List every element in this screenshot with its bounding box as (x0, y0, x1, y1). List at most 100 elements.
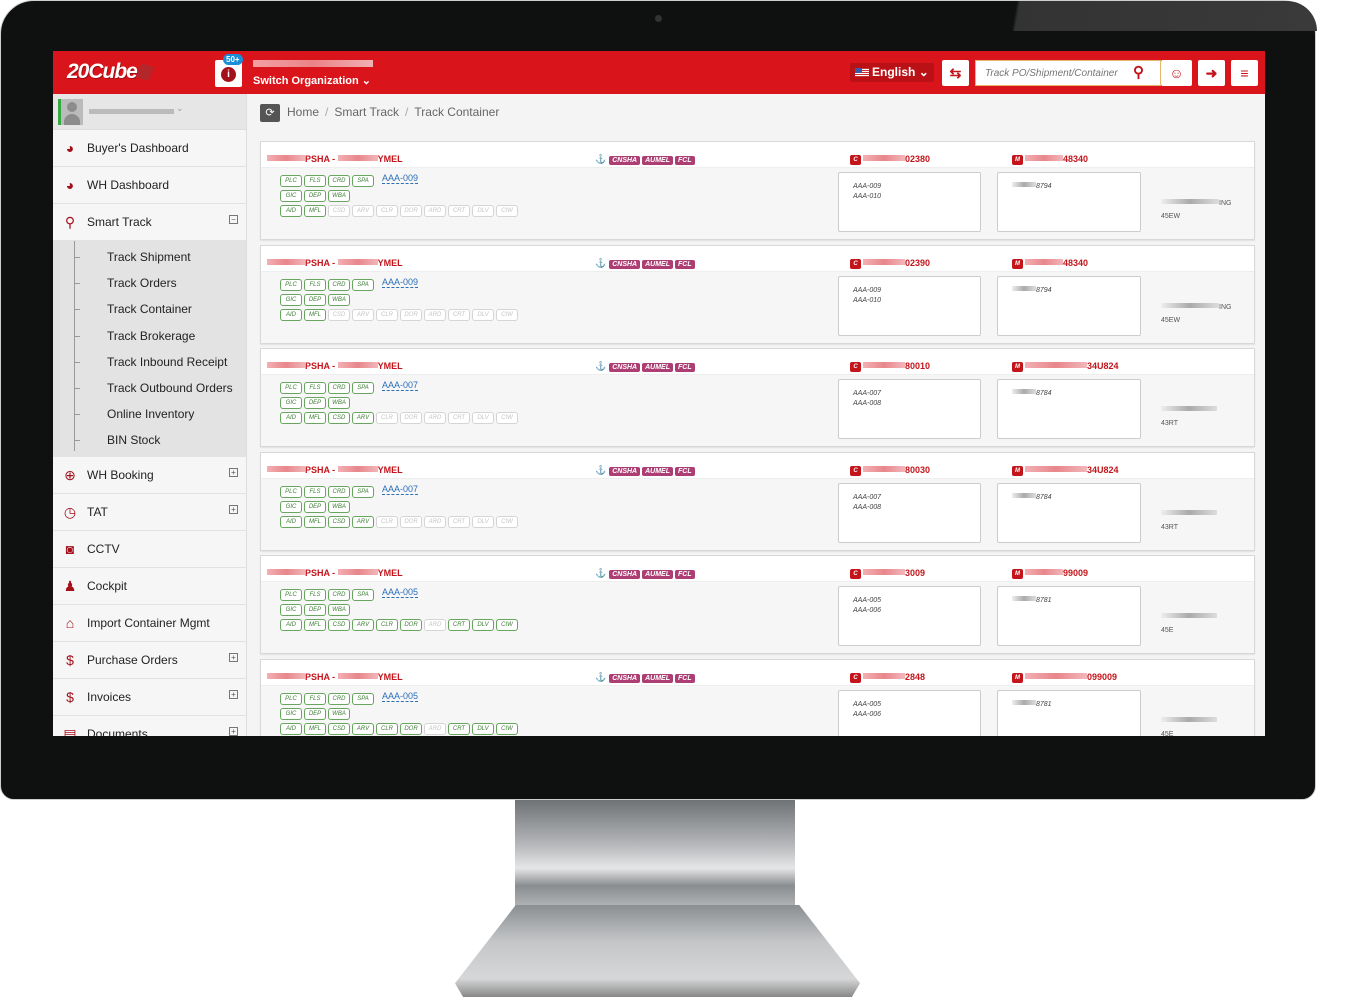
sidebar-subitem-track-brokerage[interactable]: Track Brokerage (53, 323, 246, 349)
milestone-dlv[interactable]: DLV (472, 412, 494, 424)
mbl-number[interactable]: M 34U824 (1012, 361, 1119, 372)
milestone-clr[interactable]: CLR (376, 308, 398, 321)
milestone-crt[interactable]: CRT (448, 619, 470, 631)
sidebar-item-import-container-mgmt[interactable]: ⌂ Import Container Mgmt (53, 604, 246, 642)
container-number[interactable]: C 80010 (850, 361, 930, 372)
mbl-number[interactable]: M 099009 (1012, 672, 1117, 683)
milestone-dlv[interactable]: DLV (472, 205, 494, 217)
milestone-ciw[interactable]: CIW (496, 515, 518, 528)
milestone-clr[interactable]: CLR (376, 205, 398, 217)
sidebar-item-tat[interactable]: ◷ TAT + (53, 493, 246, 531)
milestone-clr[interactable]: CLR (376, 412, 398, 424)
hamburger-menu-button[interactable]: ≡ (1231, 60, 1258, 86)
milestone-dor[interactable]: DOR (400, 515, 422, 528)
milestone-dlv[interactable]: DLV (472, 515, 494, 528)
sidebar-item-documents[interactable]: ▤ Documents + (53, 715, 246, 736)
milestone-spa[interactable]: SPA (352, 175, 374, 187)
milestone-clr[interactable]: CLR (376, 515, 398, 528)
milestone-ard[interactable]: ARD (424, 308, 446, 321)
mbl-number[interactable]: M 48340 (1012, 154, 1088, 165)
sidebar-item-cockpit[interactable]: ♟ Cockpit (53, 567, 246, 605)
sidebar-subitem-track-orders[interactable]: Track Orders (53, 270, 246, 296)
language-selector[interactable]: English ⌄ (850, 63, 934, 82)
milestone-ciw[interactable]: CIW (496, 722, 518, 735)
milestone-crt[interactable]: CRT (448, 722, 470, 735)
milestone-csd[interactable]: CSD (328, 205, 350, 217)
container-number[interactable]: C 02380 (850, 154, 930, 165)
milestone-spa[interactable]: SPA (352, 485, 374, 498)
mbl-number[interactable]: M 34U824 (1012, 465, 1119, 476)
milestone-dor[interactable]: DOR (400, 205, 422, 217)
milestone-csd[interactable]: CSD (328, 515, 350, 528)
container-number[interactable]: C 80030 (850, 465, 930, 476)
sidebar-item-buyer-s-dashboard[interactable]: ◕ Buyer's Dashboard (53, 130, 246, 167)
milestone-dor[interactable]: DOR (400, 412, 422, 424)
sidebar-subitem-track-shipment[interactable]: Track Shipment (53, 244, 246, 270)
expand-icon[interactable]: + (229, 726, 238, 736)
milestone-ciw[interactable]: CIW (496, 308, 518, 321)
milestone-mfl[interactable]: MFL (304, 515, 326, 528)
po-link[interactable]: AAA-009 (382, 173, 419, 184)
milestone-mfl[interactable]: MFL (304, 308, 326, 321)
milestone-ard[interactable]: ARD (424, 722, 446, 735)
collapse-icon[interactable]: − (229, 215, 238, 224)
po-link[interactable]: AAA-005 (382, 691, 419, 702)
search-icon[interactable]: ⚲ (1133, 63, 1144, 81)
milestone-arv[interactable]: ARV (352, 619, 374, 631)
milestone-crt[interactable]: CRT (448, 205, 470, 217)
support-button[interactable]: ☺ (1161, 60, 1192, 86)
breadcrumb-smart-track[interactable]: Smart Track (334, 105, 399, 119)
milestone-clr[interactable]: CLR (376, 722, 398, 735)
sidebar-subitem-track-inbound-receipt[interactable]: Track Inbound Receipt (53, 349, 246, 375)
sidebar-subitem-track-container[interactable]: Track Container (53, 296, 246, 322)
milestone-csd[interactable]: CSD (328, 308, 350, 321)
sidebar-subitem-online-inventory[interactable]: Online Inventory (53, 401, 246, 427)
sidebar-subitem-track-outbound-orders[interactable]: Track Outbound Orders (53, 375, 246, 401)
milestone-csd[interactable]: CSD (328, 619, 350, 631)
expand-icon[interactable]: + (229, 467, 238, 477)
milestone-clr[interactable]: CLR (376, 619, 398, 631)
milestone-mfl[interactable]: MFL (304, 619, 326, 631)
logout-button[interactable]: ➜ (1198, 60, 1225, 86)
milestone-arv[interactable]: ARV (352, 515, 374, 528)
milestone-ciw[interactable]: CIW (496, 619, 518, 631)
po-link[interactable]: AAA-009 (382, 277, 419, 288)
sidebar-item-invoices[interactable]: $ Invoices + (53, 678, 246, 716)
mbl-number[interactable]: M 48340 (1012, 258, 1088, 269)
milestone-ciw[interactable]: CIW (496, 412, 518, 424)
milestone-mfl[interactable]: MFL (304, 722, 326, 735)
notification-button[interactable]: i 50+ (215, 54, 243, 87)
po-link[interactable]: AAA-005 (382, 587, 419, 598)
milestone-aid[interactable]: AID (280, 722, 302, 735)
po-link[interactable]: AAA-007 (382, 380, 419, 391)
milestone-aid[interactable]: AID (280, 515, 302, 528)
sidebar-subitem-bin-stock[interactable]: BIN Stock (53, 427, 246, 453)
switch-organization-dropdown[interactable]: Switch Organization ⌄ (253, 74, 371, 87)
milestone-spa[interactable]: SPA (352, 278, 374, 291)
breadcrumb-home[interactable]: Home (287, 105, 319, 119)
milestone-aid[interactable]: AID (280, 308, 302, 321)
milestone-crt[interactable]: CRT (448, 412, 470, 424)
container-number[interactable]: C 3009 (850, 568, 925, 579)
user-profile[interactable]: ⌄ (53, 94, 246, 130)
milestone-crt[interactable]: CRT (448, 515, 470, 528)
sidebar-item-smart-track[interactable]: ⚲ Smart Track − (53, 204, 246, 241)
logo[interactable]: 20Cube (67, 60, 155, 84)
milestone-arv[interactable]: ARV (352, 412, 374, 424)
sidebar-item-cctv[interactable]: ◙ CCTV (53, 530, 246, 568)
milestone-dlv[interactable]: DLV (472, 308, 494, 321)
sidebar-item-wh-booking[interactable]: ⊕ WH Booking + (53, 456, 246, 494)
milestone-mfl[interactable]: MFL (304, 412, 326, 424)
milestone-dlv[interactable]: DLV (472, 619, 494, 631)
milestone-ard[interactable]: ARD (424, 619, 446, 631)
milestone-arv[interactable]: ARV (352, 205, 374, 217)
milestone-aid[interactable]: AID (280, 619, 302, 631)
milestone-csd[interactable]: CSD (328, 412, 350, 424)
milestone-dlv[interactable]: DLV (472, 722, 494, 735)
expand-icon[interactable]: + (229, 504, 238, 514)
milestone-ciw[interactable]: CIW (496, 205, 518, 217)
expand-icon[interactable]: + (229, 689, 238, 699)
milestone-crt[interactable]: CRT (448, 308, 470, 321)
milestone-spa[interactable]: SPA (352, 589, 374, 601)
mbl-number[interactable]: M 99009 (1012, 568, 1088, 579)
